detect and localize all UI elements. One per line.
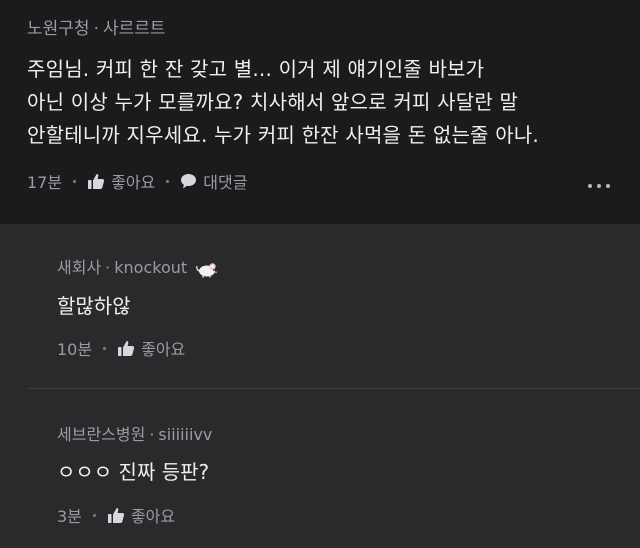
action-separator	[166, 179, 170, 183]
thumbs-up-icon	[88, 173, 105, 189]
like-label: 좋아요	[130, 507, 176, 526]
reply-actions: 3분 좋아요	[57, 503, 175, 527]
main-comment: 노원구청 · 사르르트 주임님. 커피 한 잔 갖고 별... 이거 제 얘기인줄 …	[0, 0, 640, 224]
reply-body: ㅇㅇㅇ 진짜 등판?	[57, 460, 210, 484]
meta-separator: ·	[149, 425, 155, 444]
reply-time: 10분	[57, 340, 93, 359]
comment-time: 17분	[27, 173, 63, 192]
reply-time: 3분	[57, 507, 82, 526]
reply-author-meta: 새회사 · knockout	[57, 254, 219, 278]
author-nickname[interactable]: knockout	[114, 258, 187, 277]
comment-actions: 17분 좋아요 대댓글	[27, 169, 247, 193]
like-button[interactable]: 좋아요	[87, 169, 155, 193]
comment-thread: 노원구청 · 사르르트 주임님. 커피 한 잔 갖고 별... 이거 제 얘기인줄 …	[0, 0, 640, 548]
action-separator	[103, 346, 107, 350]
comment-line: 주임님. 커피 한 잔 갖고 별... 이거 제 얘기인줄 바보가	[27, 57, 485, 81]
more-options-button[interactable]	[588, 184, 610, 188]
action-separator	[73, 179, 77, 183]
meta-separator: ·	[93, 19, 99, 39]
comment-line: 아닌 이상 누가 모를까요? 치사해서 앞으로 커피 사달란 말	[27, 90, 519, 114]
comment-author-meta: 노원구청 · 사르르트	[27, 14, 166, 39]
reply-actions: 10분 좋아요	[57, 336, 185, 360]
more-horizontal-icon	[606, 184, 610, 188]
author-company: 새회사	[57, 258, 102, 277]
author-nickname[interactable]: siiiiiivv	[158, 425, 212, 444]
reply-author-meta: 세브란스병원 · siiiiiivv	[57, 421, 212, 445]
author-nickname[interactable]: 사르르트	[103, 19, 166, 39]
action-separator	[92, 513, 96, 517]
like-button[interactable]: 좋아요	[107, 503, 175, 527]
reply-divider	[28, 388, 640, 389]
reply-label: 대댓글	[203, 173, 248, 192]
mouse-icon	[196, 262, 218, 277]
comment-body: 주임님. 커피 한 잔 갖고 별... 이거 제 얘기인줄 바보가 아닌 이상 …	[27, 53, 627, 152]
speech-bubble-icon	[181, 174, 197, 189]
reply-button[interactable]: 대댓글	[180, 169, 247, 193]
thumbs-up-icon	[118, 340, 135, 356]
comment-line: 안할테니까 지우세요. 누가 커피 한잔 사먹을 돈 없는줄 아나.	[27, 123, 539, 147]
more-horizontal-icon	[597, 184, 601, 188]
thumbs-up-icon	[107, 507, 125, 523]
meta-separator: ·	[105, 258, 111, 277]
author-company: 노원구청	[27, 19, 90, 39]
reply-body: 할많하않	[57, 294, 131, 318]
author-company: 세브란스병원	[57, 425, 146, 444]
more-horizontal-icon	[588, 184, 592, 188]
like-label: 좋아요	[111, 173, 156, 192]
like-label: 좋아요	[141, 340, 186, 359]
like-button[interactable]: 좋아요	[117, 336, 185, 360]
reply-list: 새회사 · knockout 할많하않 10분 좋아요 세브란스병원 · sii…	[0, 224, 640, 548]
